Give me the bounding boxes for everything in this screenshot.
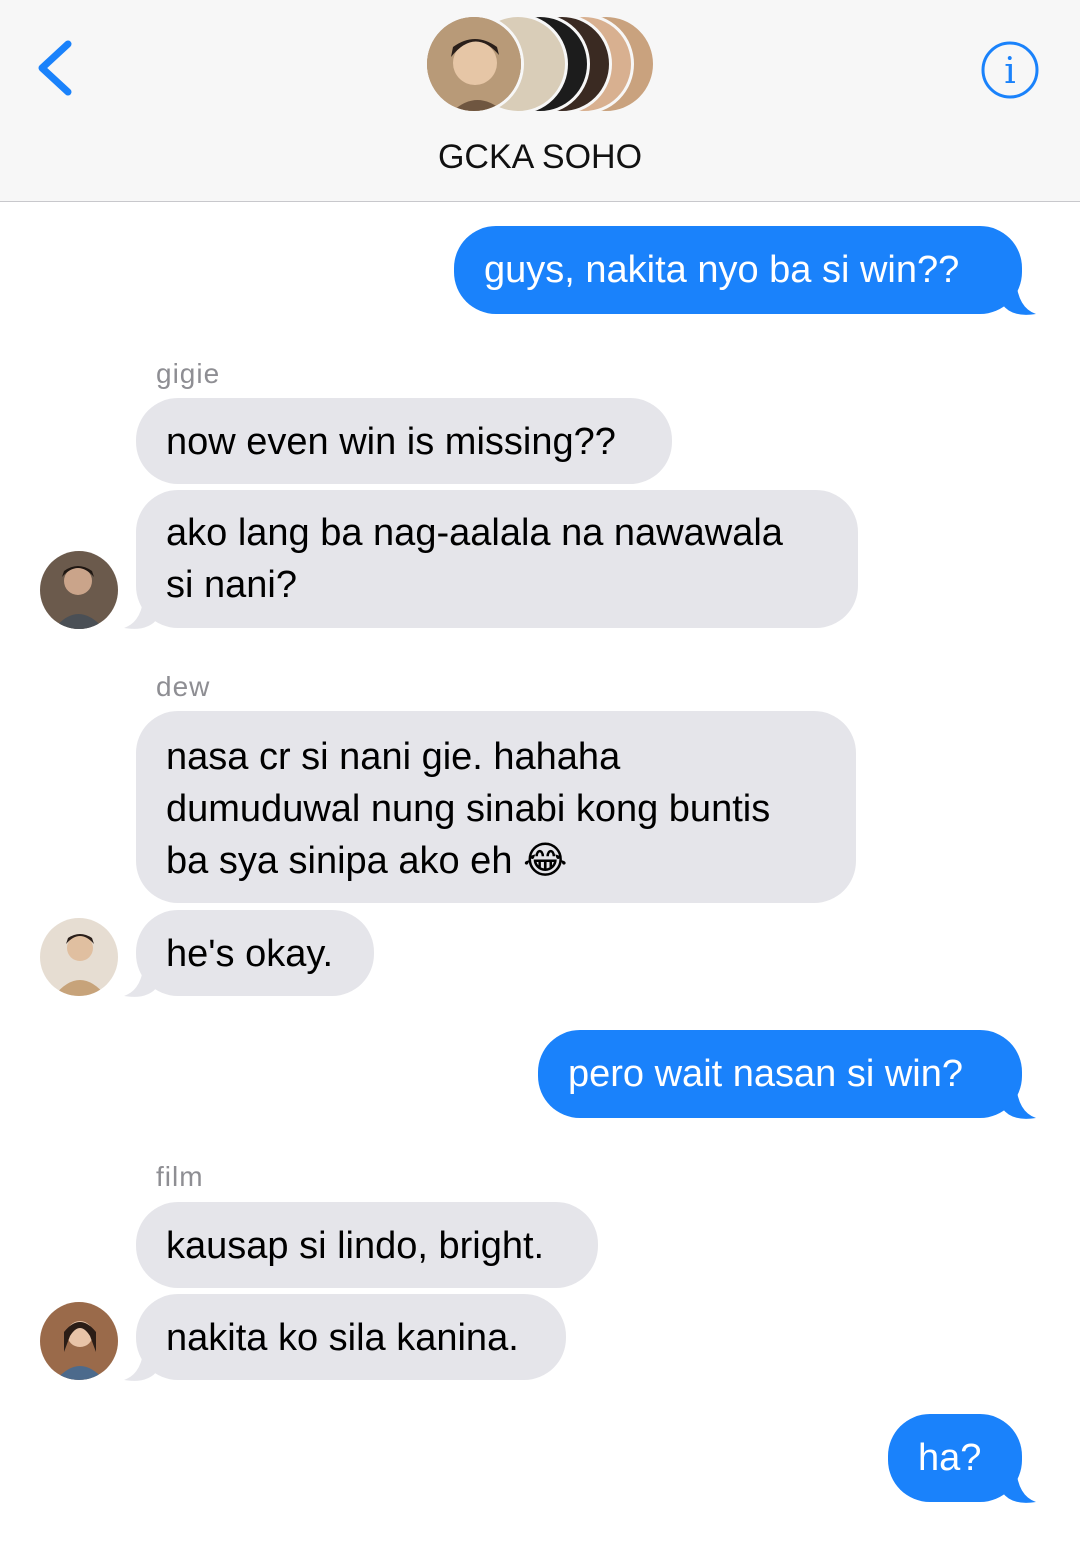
sender-name: gigie: [156, 358, 221, 389]
message-text: ha?: [918, 1437, 982, 1479]
conversation-title[interactable]: GCKA SOHO: [0, 138, 1080, 177]
bubble-tail: [124, 1346, 158, 1381]
message-text: he's okay.: [166, 933, 334, 975]
group-member-avatar: [424, 14, 524, 114]
message-text: pero wait nasan si win?: [568, 1053, 963, 1095]
conversation-header: GCKA SOHO i: [0, 0, 1080, 202]
outgoing-message[interactable]: guys, nakita nyo ba si win??: [454, 226, 1022, 314]
outgoing-message[interactable]: pero wait nasan si win?: [538, 1030, 1022, 1118]
bubble-tail: [124, 594, 158, 629]
sender-name: dew: [156, 671, 211, 702]
incoming-message[interactable]: now even win is missing??: [136, 398, 672, 484]
message-text-line: dumuduwal nung sinabi kong buntis: [166, 788, 771, 830]
bubble-tail: [1002, 280, 1036, 315]
avatar[interactable]: [40, 918, 118, 996]
bubble-tail: [124, 962, 158, 997]
incoming-message[interactable]: nasa cr si nani gie. hahaha dumuduwal nu…: [136, 711, 856, 903]
avatar[interactable]: [40, 1302, 118, 1380]
message-text-line: ba sya sinipa ako eh 😂: [166, 840, 568, 882]
sender-name: film: [156, 1161, 204, 1192]
bubble-tail: [1002, 1468, 1036, 1503]
group-avatar-stack[interactable]: [424, 14, 664, 118]
chevron-left-icon[interactable]: [30, 36, 86, 100]
message-text-line: nasa cr si nani gie. hahaha: [166, 736, 621, 778]
message-text: guys, nakita nyo ba si win??: [484, 249, 960, 291]
incoming-message[interactable]: nakita ko sila kanina.: [136, 1294, 566, 1380]
bubble-tail: [1002, 1084, 1036, 1119]
incoming-message[interactable]: kausap si lindo, bright.: [136, 1202, 598, 1288]
message-text: now even win is missing??: [166, 421, 616, 463]
avatar[interactable]: [40, 551, 118, 629]
message-text-line: si nani?: [166, 564, 297, 606]
message-text: kausap si lindo, bright.: [166, 1225, 545, 1267]
svg-text:i: i: [1004, 51, 1016, 92]
info-icon[interactable]: i: [980, 40, 1040, 100]
incoming-message[interactable]: ako lang ba nag-aalala na nawawala si na…: [136, 490, 858, 628]
message-text: nakita ko sila kanina.: [166, 1317, 519, 1359]
incoming-message[interactable]: he's okay.: [136, 910, 374, 996]
message-text-line: ako lang ba nag-aalala na nawawala: [166, 512, 783, 554]
